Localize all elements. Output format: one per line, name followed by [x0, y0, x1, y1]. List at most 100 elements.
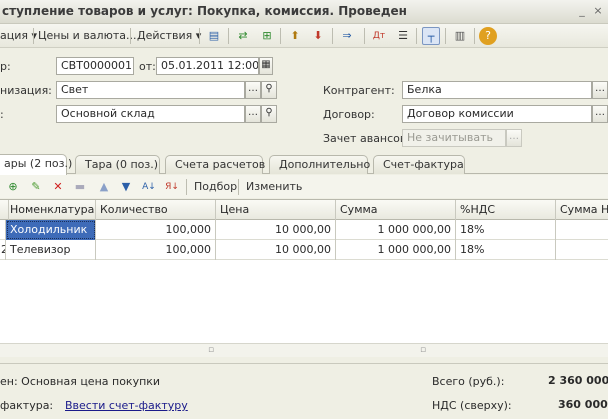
tab-containers[interactable]: Тара (0 поз.)	[75, 155, 160, 174]
window-title: ступление товаров и услуг: Покупка, коми…	[2, 4, 407, 18]
table-row[interactable]: 2 Телевизор 100,000 10 000,00 1 000 000,…	[0, 240, 608, 260]
total-label: Всего (руб.):	[432, 375, 505, 388]
organization-field[interactable]: Свет	[56, 81, 245, 99]
vat-sum-cell[interactable]	[556, 220, 608, 240]
column-header-vat-rate[interactable]: %НДС	[456, 200, 556, 220]
vat-sum-cell[interactable]	[556, 240, 608, 260]
vat-label: НДС (сверху):	[432, 399, 512, 412]
toolbar-separator	[445, 28, 446, 44]
move-up-icon[interactable]: ▲	[95, 178, 113, 196]
scroll-grip-right-icon: ▫	[420, 345, 427, 355]
main-toolbar: ация ▾ Цены и валюта... Действия ▾ ▤ ⇄ ⊞…	[0, 24, 608, 48]
close-button[interactable]: ×	[592, 5, 604, 17]
actions-menu[interactable]: Действия ▾	[137, 28, 201, 44]
warehouse-field[interactable]: Основной склад	[56, 105, 245, 123]
delete-icon[interactable]: ✕	[49, 178, 67, 196]
minimize-button[interactable]: _	[576, 5, 588, 17]
advance-field[interactable]: Не зачитывать	[402, 129, 506, 147]
table-row[interactable]: Холодильник 100,000 10 000,00 1 000 000,…	[0, 220, 608, 240]
toolbar-separator	[130, 28, 131, 44]
column-header-vat-sum[interactable]: Сумма НДС	[556, 200, 608, 220]
column-header-sum[interactable]: Сумма	[336, 200, 456, 220]
sort-ascending-icon[interactable]: A↓	[140, 178, 158, 196]
contractor-label: Контрагент:	[323, 84, 395, 97]
column-header-quantity[interactable]: Количество	[96, 200, 216, 220]
quantity-cell[interactable]: 100,000	[96, 240, 216, 260]
toolbar-separator	[416, 28, 417, 44]
date-field[interactable]: 05.01.2011 12:00:00	[156, 57, 259, 75]
toolbar-separator	[474, 28, 475, 44]
select-ellipsis-button[interactable]: …	[592, 81, 608, 99]
contractor-field[interactable]: Белка	[402, 81, 592, 99]
debit-credit-icon[interactable]: Дт	[370, 27, 388, 45]
contract-label: Договор:	[323, 108, 375, 121]
open-search-icon[interactable]: ⚲	[261, 81, 277, 99]
toolbar-separator	[238, 179, 239, 195]
toolbar-separator	[332, 28, 333, 44]
document-tabs: ары (2 поз.) Тара (0 поз.) Счета расчето…	[0, 154, 608, 175]
calendar-icon[interactable]: ▦	[259, 57, 273, 75]
sum-cell[interactable]: 1 000 000,00	[336, 220, 456, 240]
operation-menu[interactable]: ация ▾	[0, 28, 37, 44]
contract-field[interactable]: Договор комиссии	[402, 105, 592, 123]
tab-invoice[interactable]: Счет-фактура	[373, 155, 465, 174]
table-header: Номенклатура Количество Цена Сумма %НДС …	[0, 200, 608, 220]
scroll-grip-left-icon: ▫	[208, 345, 215, 355]
table-toolbar: ⊕ ✎ ✕ ▬ ▲ ▼ A↓ Я↓ Подбор Изменить	[0, 175, 608, 198]
tab-additional[interactable]: Дополнительно	[269, 155, 370, 174]
column-header-item[interactable]: Номенклатура	[6, 200, 96, 220]
warehouse-label: :	[0, 108, 4, 121]
prices-currency-button[interactable]: Цены и валюта...	[38, 28, 136, 44]
document-red-icon[interactable]: ⬇	[309, 27, 327, 45]
based-on-icon[interactable]: ⇒	[338, 27, 356, 45]
report-icon[interactable]: ☰	[394, 27, 412, 45]
edit-pencil-icon[interactable]: ✎	[27, 178, 45, 196]
select-ellipsis-button[interactable]: …	[506, 129, 522, 147]
toolbar-separator	[186, 179, 187, 195]
invoice-label: фактура:	[0, 399, 54, 412]
edit-button[interactable]: Изменить	[246, 179, 302, 195]
select-ellipsis-button[interactable]: …	[592, 105, 608, 123]
select-ellipsis-button[interactable]: …	[245, 81, 261, 99]
total-value: 2 360 000,	[548, 374, 608, 387]
select-ellipsis-button[interactable]: …	[245, 105, 261, 123]
enter-invoice-link[interactable]: Ввести счет-фактуру	[65, 399, 188, 412]
structure-icon[interactable]: ┬	[422, 27, 440, 45]
column-header-price[interactable]: Цена	[216, 200, 336, 220]
toolbar-separator	[228, 28, 229, 44]
number-field[interactable]: СВТ00000011	[56, 57, 134, 75]
move-down-icon[interactable]: ▼	[117, 178, 135, 196]
price-type-link[interactable]: ен: Основная цена покупки	[0, 375, 160, 388]
post-close-icon[interactable]: ⊞	[258, 27, 276, 45]
tab-goods[interactable]: ары (2 поз.)	[0, 154, 72, 175]
document-green-icon[interactable]: ⬆	[286, 27, 304, 45]
sum-cell[interactable]: 1 000 000,00	[336, 240, 456, 260]
toolbar-separator	[33, 28, 34, 44]
organization-label: низация:	[0, 84, 52, 97]
help-icon[interactable]: ?	[479, 27, 497, 45]
date-label: от:	[139, 60, 156, 73]
quantity-cell[interactable]: 100,000	[96, 220, 216, 240]
post-document-icon[interactable]: ⇄	[234, 27, 252, 45]
price-cell[interactable]: 10 000,00	[216, 220, 336, 240]
advance-label: Зачет авансов:	[323, 132, 411, 145]
vat-rate-cell[interactable]: 18%	[456, 240, 556, 260]
end-edit-icon[interactable]: ▬	[71, 178, 89, 196]
vat-rate-cell[interactable]: 18%	[456, 220, 556, 240]
goods-table: Номенклатура Количество Цена Сумма %НДС …	[0, 199, 608, 345]
price-cell[interactable]: 10 000,00	[216, 240, 336, 260]
open-search-icon[interactable]: ⚲	[261, 105, 277, 123]
toolbar-separator	[280, 28, 281, 44]
sort-descending-icon[interactable]: Я↓	[163, 178, 181, 196]
vat-value: 360 000,	[558, 398, 608, 411]
tab-settlement-accounts[interactable]: Счета расчетов	[165, 155, 265, 174]
item-cell[interactable]: Холодильник	[6, 220, 96, 240]
save-icon[interactable]: ▤	[205, 27, 223, 45]
add-row-icon[interactable]: ⊕	[4, 178, 22, 196]
number-label: р:	[0, 60, 11, 73]
horizontal-scrollbar[interactable]: ▫ ▫	[0, 343, 608, 357]
selection-button[interactable]: Подбор	[194, 179, 237, 195]
settings-icon[interactable]: ▥	[451, 27, 469, 45]
item-cell[interactable]: Телевизор	[6, 240, 96, 260]
scrollbar-thumb[interactable]: ▫ ▫	[0, 345, 608, 355]
